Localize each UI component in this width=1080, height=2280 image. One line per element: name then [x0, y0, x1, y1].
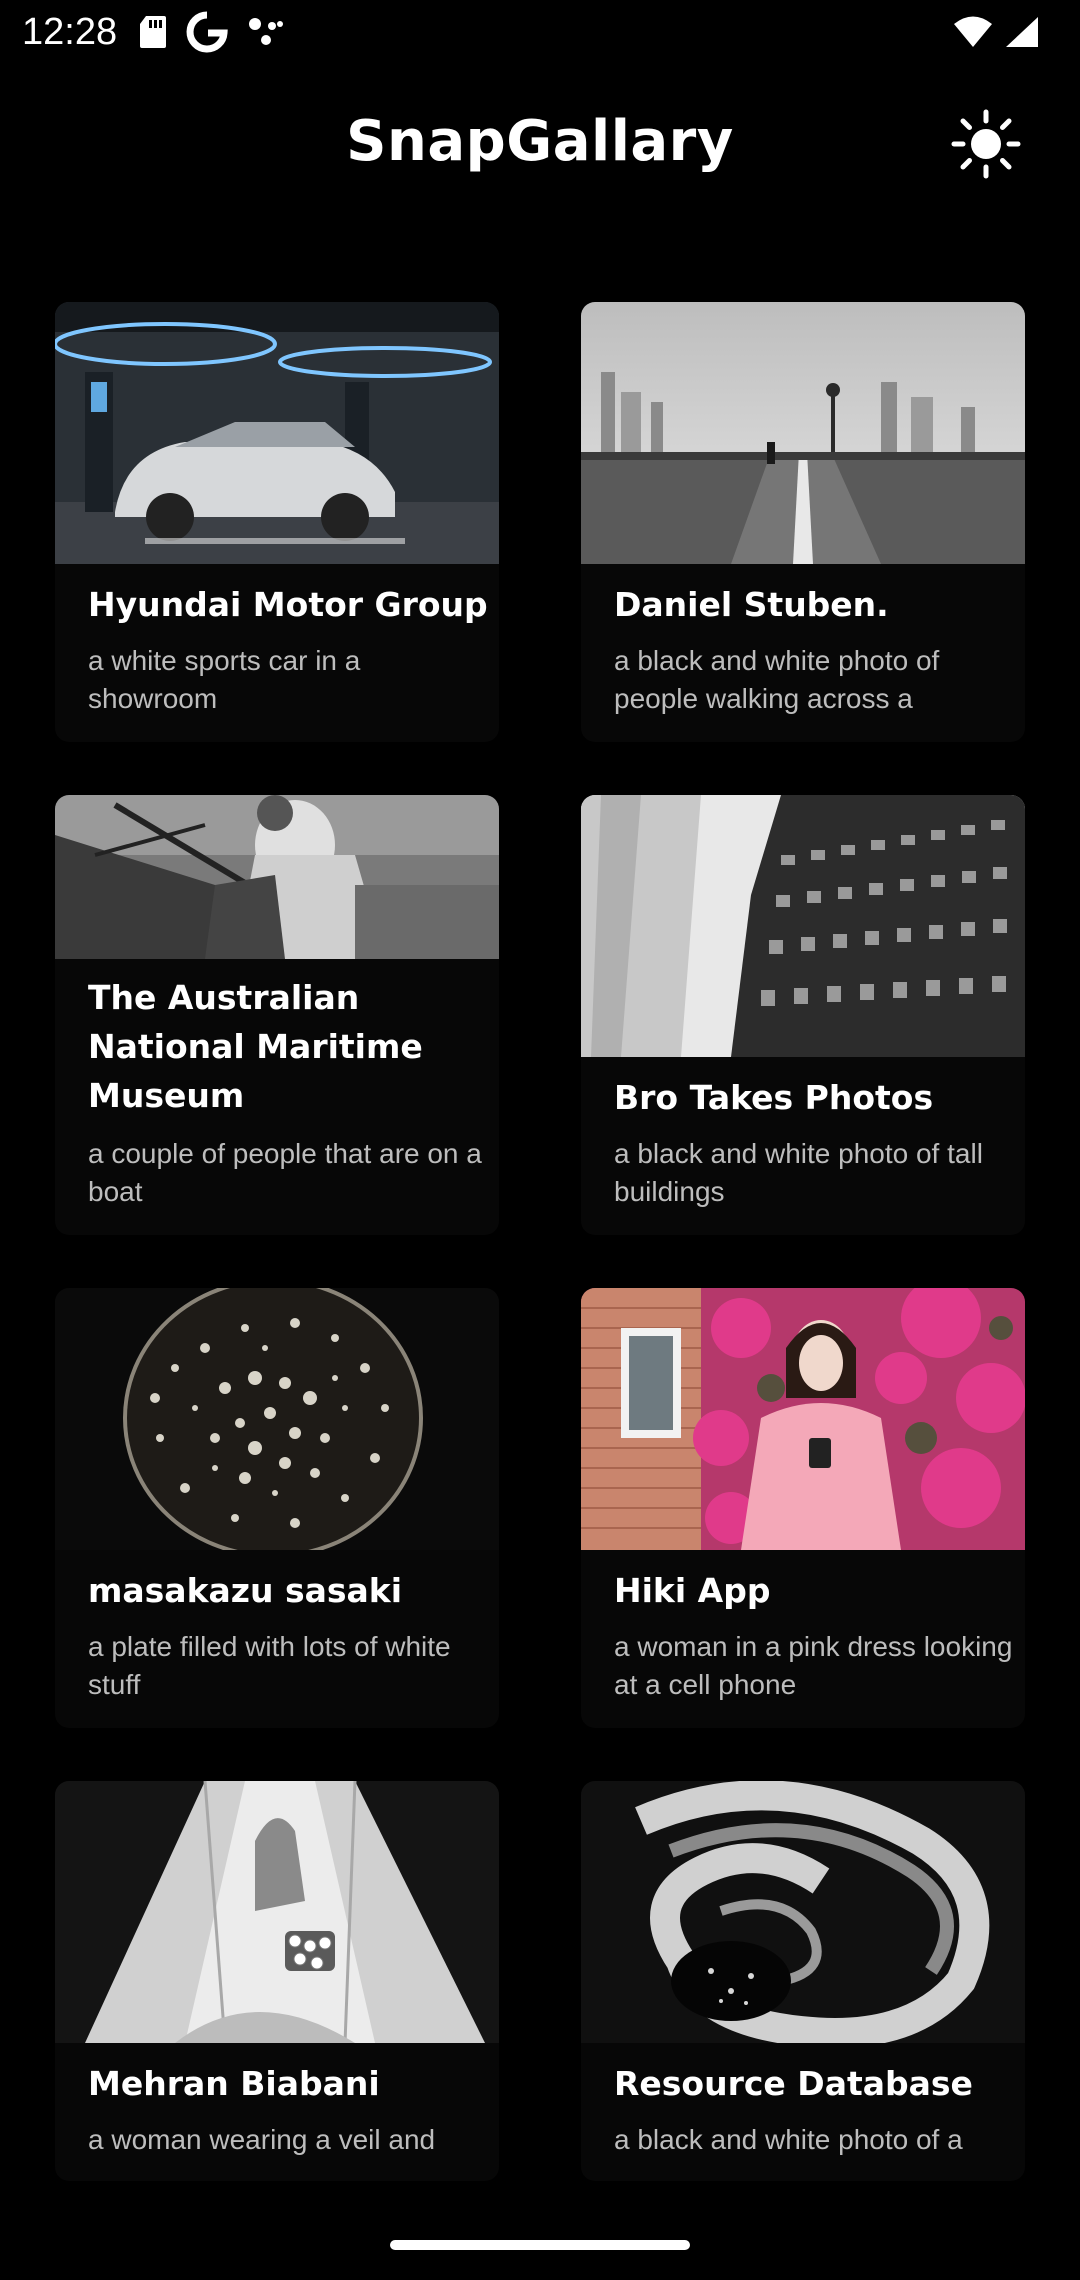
- photo-card[interactable]: The Australian National Maritime Museum …: [55, 795, 499, 1235]
- status-time: 12:28: [22, 11, 118, 53]
- photo-author: Mehran Biabani: [88, 2064, 380, 2103]
- photo-image: [581, 795, 1025, 1057]
- photo-image: [55, 795, 499, 959]
- photo-image: [581, 302, 1025, 564]
- photo-author: Hyundai Motor Group: [88, 585, 488, 624]
- photo-card[interactable]: Mehran Biabani a woman wearing a veil an…: [55, 1781, 499, 2181]
- photo-card[interactable]: masakazu sasaki a plate filled with lots…: [55, 1288, 499, 1728]
- photo-description: a black and white photo of tall building…: [614, 1138, 983, 1207]
- sun-icon: [950, 108, 1022, 180]
- sd-card-icon: [138, 14, 168, 50]
- photo-card[interactable]: Bro Takes Photos a black and white photo…: [581, 795, 1025, 1235]
- photo-card[interactable]: Hyundai Motor Group a white sports car i…: [55, 302, 499, 742]
- theme-toggle-button[interactable]: [950, 108, 1022, 180]
- photo-card[interactable]: Hiki App a woman in a pink dress looking…: [581, 1288, 1025, 1728]
- google-icon: [186, 11, 228, 53]
- photo-card[interactable]: Daniel Stuben. a black and white photo o…: [581, 302, 1025, 742]
- photo-image: [581, 1781, 1025, 2043]
- status-icons-left: [138, 10, 286, 54]
- assistant-dots-icon: [246, 14, 286, 50]
- photo-description: a woman wearing a veil and: [88, 2124, 436, 2155]
- photo-author: Resource Database: [614, 2064, 973, 2103]
- app-title: SnapGallary: [346, 109, 734, 174]
- photo-author: The Australian National Maritime Museum: [88, 978, 423, 1115]
- status-bar: 12:28: [0, 0, 1080, 64]
- photo-author: Hiki App: [614, 1571, 771, 1610]
- photo-image: [55, 1781, 499, 2043]
- photo-description: a black and white photo of people walkin…: [614, 645, 940, 714]
- photo-description: a couple of people that are on a boat: [88, 1138, 482, 1207]
- photo-author: Bro Takes Photos: [614, 1078, 934, 1117]
- photo-image: [55, 302, 499, 564]
- wifi-icon: [952, 15, 994, 49]
- signal-icon: [1004, 15, 1040, 49]
- photo-image: [55, 1288, 499, 1550]
- photo-image: [581, 1288, 1025, 1550]
- photo-card[interactable]: Resource Database a black and white phot…: [581, 1781, 1025, 2181]
- photo-description: a woman in a pink dress looking at a cel…: [614, 1631, 1013, 1700]
- photo-description: a black and white photo of a: [614, 2124, 963, 2155]
- photo-description: a plate filled with lots of white stuff: [88, 1631, 451, 1700]
- photo-author: Daniel Stuben.: [614, 585, 889, 624]
- photo-author: masakazu sasaki: [88, 1571, 403, 1610]
- home-indicator[interactable]: [390, 2240, 690, 2250]
- photo-description: a white sports car in a showroom: [88, 645, 361, 714]
- status-icons-right: [952, 12, 1040, 52]
